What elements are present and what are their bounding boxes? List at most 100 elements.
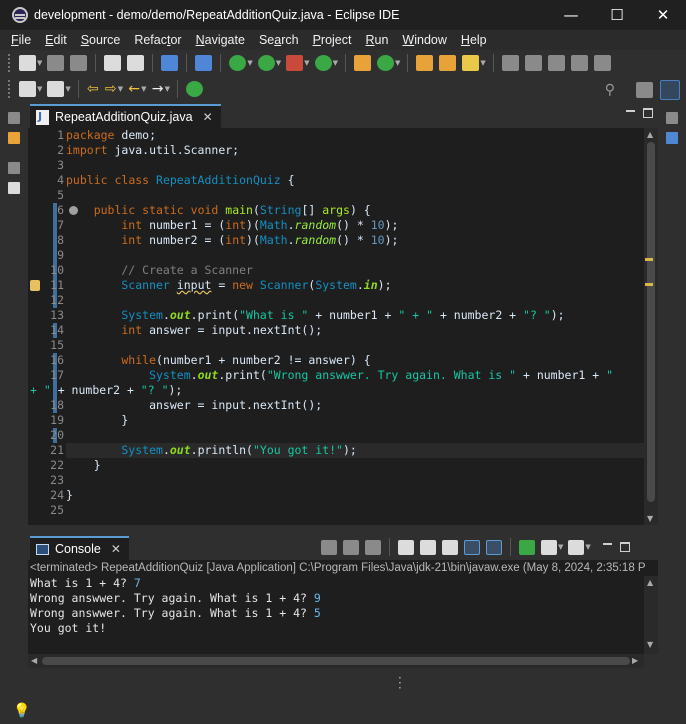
open-task-icon[interactable] xyxy=(439,55,457,71)
pin-editor-icon[interactable] xyxy=(185,81,203,97)
overview-ruler-mark[interactable] xyxy=(645,258,653,261)
show-on-stderr-icon[interactable] xyxy=(486,539,502,555)
show-whitespace-icon[interactable] xyxy=(570,55,588,71)
clear-console-icon[interactable] xyxy=(398,539,414,555)
search-icon[interactable]: ⚲ xyxy=(605,82,615,98)
new-icon[interactable] xyxy=(19,55,36,71)
menu-source[interactable]: Source xyxy=(74,33,128,47)
undo-icon[interactable] xyxy=(104,55,122,71)
chevron-down-icon[interactable]: ▼ xyxy=(37,59,42,67)
scroll-up-icon[interactable]: ▲ xyxy=(647,578,653,587)
word-wrap-icon[interactable] xyxy=(442,539,458,555)
chevron-down-icon[interactable]: ▼ xyxy=(304,59,309,67)
bookmarks-icon[interactable] xyxy=(47,81,65,97)
scrollbar-thumb[interactable] xyxy=(42,657,630,665)
restore-icon[interactable] xyxy=(8,162,20,174)
show-on-stdout-icon[interactable] xyxy=(464,539,480,555)
java-perspective-icon[interactable] xyxy=(660,80,680,100)
history-icon[interactable] xyxy=(19,81,36,97)
chevron-down-icon[interactable]: ▼ xyxy=(276,59,281,67)
console-tab[interactable]: Console ✕ xyxy=(30,536,129,560)
prev-annotation-icon[interactable]: ⇦ xyxy=(84,81,102,97)
menu-window[interactable]: Window xyxy=(395,33,453,47)
maximize-button[interactable]: ☐ xyxy=(594,0,640,30)
chevron-down-icon[interactable]: ▼ xyxy=(333,59,338,67)
display-console-icon[interactable] xyxy=(541,539,557,555)
warning-icon[interactable] xyxy=(30,280,40,291)
minimize-button[interactable]: — xyxy=(548,0,594,30)
chevron-down-icon[interactable]: ▼ xyxy=(141,85,146,93)
chevron-down-icon[interactable]: ▼ xyxy=(118,85,123,93)
skip-breakpoints-icon[interactable] xyxy=(195,55,213,71)
redo-icon[interactable] xyxy=(127,55,145,71)
external-tools-icon[interactable] xyxy=(314,55,332,71)
console-vertical-scrollbar[interactable]: ▲ ▼ xyxy=(644,576,658,654)
terminal-icon[interactable] xyxy=(161,55,179,71)
code-text[interactable]: package demo; import java.util.Scanner; … xyxy=(30,128,644,525)
coverage-icon[interactable] xyxy=(286,55,304,71)
new-java-project-icon[interactable] xyxy=(353,55,371,71)
console-output[interactable]: What is 1 + 4? 7 Wrong answwer. Try agai… xyxy=(28,576,644,654)
save-icon[interactable] xyxy=(47,55,65,71)
close-icon[interactable]: ✕ xyxy=(203,110,213,124)
scroll-down-icon[interactable]: ▼ xyxy=(647,514,653,523)
menu-edit[interactable]: Edit xyxy=(38,33,74,47)
minimize-icon[interactable] xyxy=(626,110,635,120)
pin-console-icon[interactable] xyxy=(519,539,535,555)
scroll-right-icon[interactable]: ▶ xyxy=(632,656,638,665)
block-selection-icon[interactable] xyxy=(547,55,565,71)
menu-help[interactable]: Help xyxy=(454,33,494,47)
maximize-icon[interactable] xyxy=(643,108,653,118)
scroll-up-icon[interactable]: ▲ xyxy=(647,130,653,139)
chevron-down-icon[interactable]: ▼ xyxy=(37,85,42,93)
menu-project[interactable]: Project xyxy=(306,33,359,47)
close-window-button[interactable]: ✕ xyxy=(640,0,686,30)
restore-icon[interactable] xyxy=(8,112,20,124)
open-perspective-icon[interactable] xyxy=(636,82,653,98)
menu-search[interactable]: Search xyxy=(252,33,306,47)
minimize-icon[interactable] xyxy=(602,543,612,553)
outline-icon[interactable] xyxy=(8,182,20,194)
maximize-icon[interactable] xyxy=(619,542,630,552)
editor-vertical-scrollbar[interactable]: ▲ ▼ xyxy=(644,128,658,525)
highlight-icon[interactable] xyxy=(524,55,542,71)
chevron-down-icon[interactable]: ▼ xyxy=(585,543,590,551)
new-class-icon[interactable] xyxy=(376,55,394,71)
overview-ruler-mark[interactable] xyxy=(645,283,653,286)
task-list-icon[interactable] xyxy=(666,132,678,144)
restore-icon[interactable] xyxy=(666,112,678,124)
open-type-icon[interactable] xyxy=(416,55,434,71)
remove-all-terminated-icon[interactable] xyxy=(365,539,381,555)
chevron-down-icon[interactable]: ▼ xyxy=(165,85,170,93)
remove-launch-icon[interactable] xyxy=(343,539,359,555)
sash-handle[interactable]: · · · xyxy=(398,672,402,694)
menu-file[interactable]: File xyxy=(4,33,38,47)
lightbulb-icon[interactable]: 💡 xyxy=(13,703,30,719)
menu-refactor[interactable]: Refactor xyxy=(127,33,188,47)
scroll-left-icon[interactable]: ◀ xyxy=(31,656,37,665)
run-icon[interactable] xyxy=(257,55,275,71)
package-explorer-icon[interactable] xyxy=(8,132,20,144)
close-icon[interactable]: ✕ xyxy=(111,542,121,556)
menu-navigate[interactable]: Navigate xyxy=(189,33,252,47)
chevron-down-icon[interactable]: ▼ xyxy=(395,59,400,67)
debug-icon[interactable] xyxy=(229,55,247,71)
menu-run[interactable]: Run xyxy=(358,33,395,47)
editor-tab[interactable]: RepeatAdditionQuiz.java ✕ xyxy=(30,104,221,128)
annotation-icon[interactable] xyxy=(501,55,519,71)
save-all-icon[interactable] xyxy=(70,55,88,71)
scrollbar-thumb[interactable] xyxy=(647,142,655,502)
code-editor[interactable]: 1 2 3 4 5 6 7 8 9 10 11 12 13 14 15 16 1… xyxy=(28,128,644,525)
scroll-down-icon[interactable]: ▼ xyxy=(647,640,653,649)
chevron-down-icon[interactable]: ▼ xyxy=(247,59,252,67)
chevron-down-icon[interactable]: ▼ xyxy=(480,59,485,67)
chevron-down-icon[interactable]: ▼ xyxy=(558,543,563,551)
console-horizontal-scrollbar[interactable]: ◀ ▶ xyxy=(28,654,644,668)
open-console-icon[interactable] xyxy=(568,539,585,555)
scroll-lock-icon[interactable] xyxy=(420,539,436,555)
toolbar-grip[interactable] xyxy=(8,80,11,98)
search-tool-icon[interactable] xyxy=(462,55,480,71)
chevron-down-icon[interactable]: ▼ xyxy=(65,85,70,93)
terminate-icon[interactable] xyxy=(321,539,337,555)
toolbar-grip[interactable] xyxy=(8,54,11,72)
